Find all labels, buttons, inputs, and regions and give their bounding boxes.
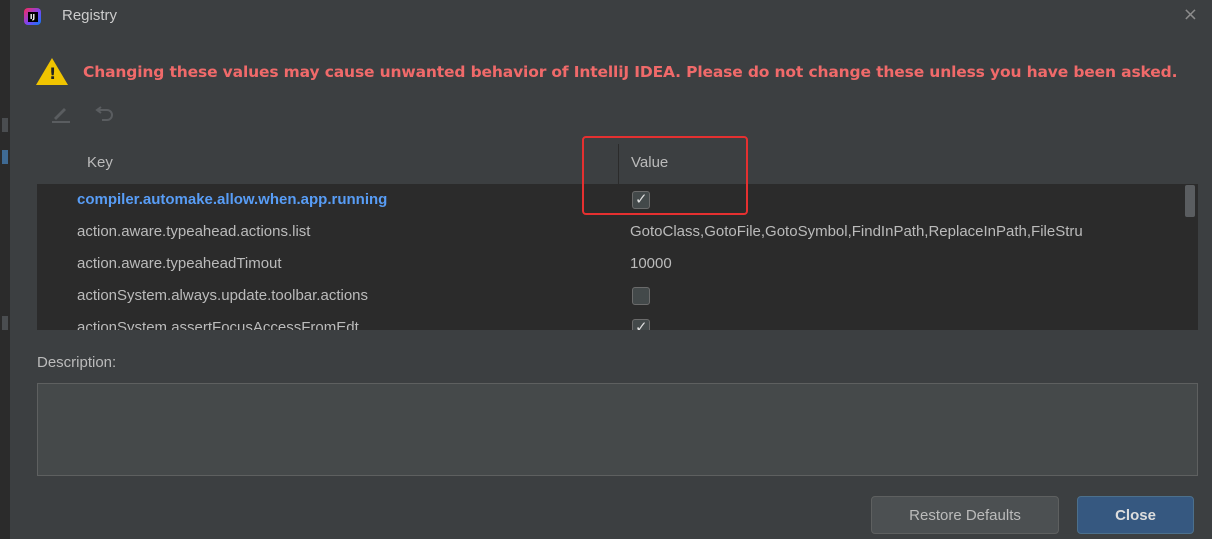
- background-mark: [2, 150, 8, 164]
- intellij-logo-icon: IJ: [24, 8, 41, 25]
- table-row[interactable]: actionSystem.assertFocusAccessFromEdt ✓: [37, 313, 1182, 330]
- edit-icon[interactable]: [48, 100, 74, 126]
- table-scrollbar[interactable]: [1182, 185, 1198, 330]
- warning-triangle-icon: !: [36, 58, 68, 85]
- row-key: compiler.automake.allow.when.app.running: [77, 191, 388, 208]
- table-row[interactable]: actionSystem.always.update.toolbar.actio…: [37, 281, 1182, 313]
- close-button[interactable]: Close: [1077, 496, 1194, 534]
- row-key: actionSystem.always.update.toolbar.actio…: [77, 287, 368, 304]
- window-title: Registry: [62, 7, 118, 24]
- background-strip: [0, 0, 10, 539]
- scrollbar-thumb[interactable]: [1185, 185, 1195, 217]
- title-bar: IJ Registry ×: [10, 0, 1212, 34]
- close-icon[interactable]: ×: [1183, 6, 1198, 24]
- background-mark: [2, 316, 8, 330]
- revert-icon[interactable]: [92, 100, 118, 126]
- column-header-key[interactable]: Key: [87, 154, 113, 171]
- description-box: [37, 383, 1198, 476]
- highlight-annotation-box: [582, 136, 748, 215]
- warning-text: Changing these values may cause unwanted…: [83, 63, 1178, 81]
- warning-banner: ! Changing these values may cause unwant…: [36, 56, 1206, 90]
- row-key: action.aware.typeaheadTimout: [77, 255, 282, 272]
- background-mark: [2, 118, 8, 132]
- table-row[interactable]: action.aware.typeahead.actions.list Goto…: [37, 217, 1182, 249]
- value-checkbox[interactable]: [632, 287, 650, 305]
- row-key: action.aware.typeahead.actions.list: [77, 223, 311, 240]
- description-label: Description:: [37, 354, 117, 371]
- table-row[interactable]: action.aware.typeaheadTimout 10000: [37, 249, 1182, 281]
- row-value[interactable]: GotoClass,GotoFile,GotoSymbol,FindInPath…: [630, 223, 1083, 240]
- row-key: actionSystem.assertFocusAccessFromEdt: [77, 319, 359, 330]
- restore-defaults-button[interactable]: Restore Defaults: [871, 496, 1059, 534]
- row-value[interactable]: 10000: [630, 255, 672, 272]
- value-checkbox[interactable]: ✓: [632, 318, 650, 330]
